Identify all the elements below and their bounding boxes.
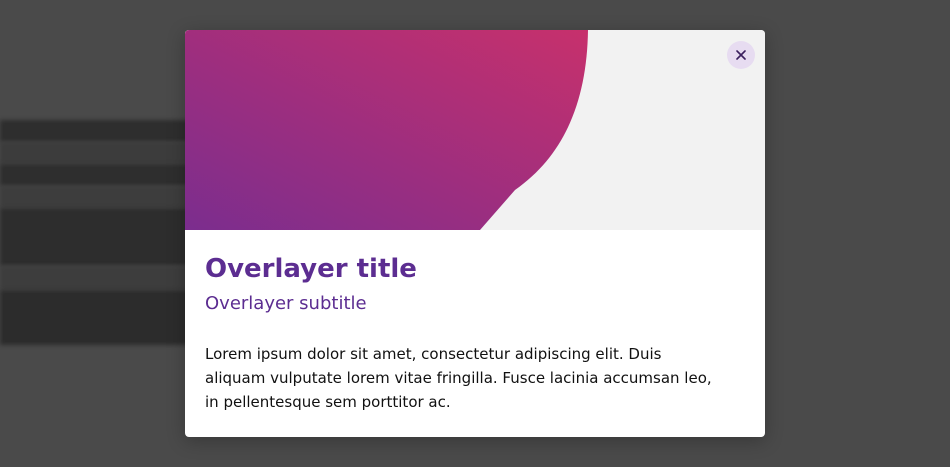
hero-gradient-shape	[185, 30, 588, 230]
close-button[interactable]	[727, 41, 755, 69]
background-blurred-content	[0, 142, 200, 164]
background-blurred-content	[0, 186, 200, 208]
overlay-dialog: Overlayer title Overlayer subtitle Lorem…	[185, 30, 765, 437]
hero-illustration	[185, 30, 765, 230]
dialog-subtitle: Overlayer subtitle	[205, 293, 367, 314]
dialog-body-text: Lorem ipsum dolor sit amet, consectetur …	[205, 345, 712, 411]
background-blurred-content	[0, 290, 200, 345]
background-blurred-content	[0, 164, 200, 186]
background-blurred-content	[0, 120, 200, 142]
background-blurred-content	[0, 266, 200, 290]
dialog-content: Overlayer title Overlayer subtitle Lorem…	[185, 230, 765, 414]
close-icon	[736, 50, 746, 60]
background-blurred-content	[0, 208, 200, 266]
dialog-title: Overlayer title	[205, 254, 417, 284]
page-backdrop: Overlayer title Overlayer subtitle Lorem…	[0, 0, 950, 467]
